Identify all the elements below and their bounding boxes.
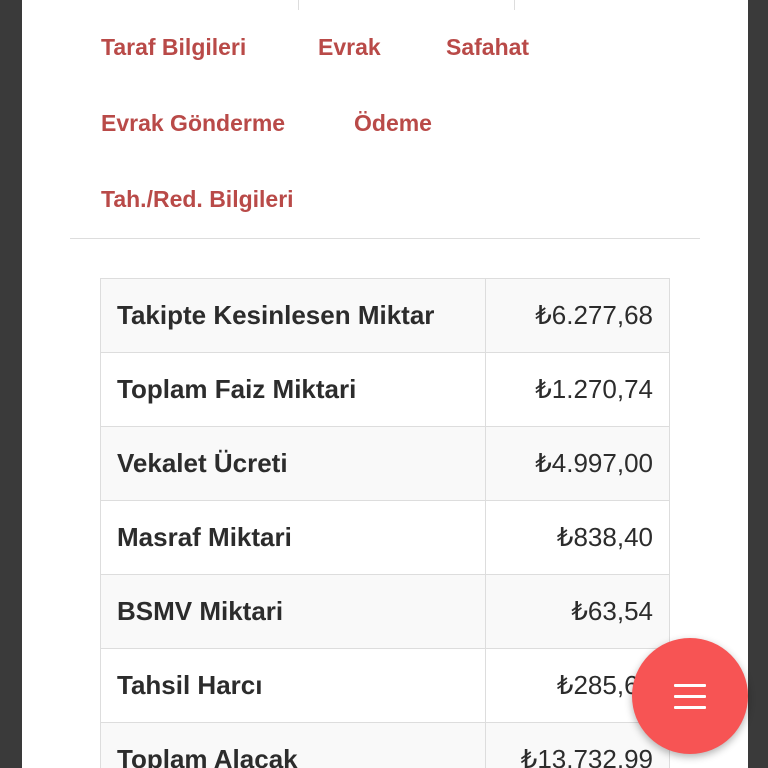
page-card: Taraf Bilgileri Evrak Safahat Evrak Gönd… (22, 0, 748, 768)
row-label: Toplam Alacak (100, 722, 486, 768)
menu-icon-bar (674, 684, 706, 687)
table-row: Takipte Kesinlesen Miktar ₺6.277,68 (100, 278, 670, 353)
tab-evrak-gonderme[interactable]: Evrak Gönderme (101, 109, 285, 137)
row-label: Tahsil Harcı (100, 648, 486, 723)
row-label: Masraf Miktari (100, 500, 486, 575)
row-value: ₺6.277,68 (485, 278, 670, 353)
menu-icon-bar (674, 706, 706, 709)
row-label: Takipte Kesinlesen Miktar (100, 278, 486, 353)
row-label: Toplam Faiz Miktari (100, 352, 486, 427)
tab-taraf-bilgileri[interactable]: Taraf Bilgileri (101, 33, 246, 61)
row-value: ₺1.270,74 (485, 352, 670, 427)
table-row: Toplam Alacak ₺13.732,99 (100, 722, 670, 768)
row-value: ₺838,40 (485, 500, 670, 575)
top-tab-strip (22, 0, 748, 10)
tab-divider (514, 0, 515, 10)
nav-divider (70, 238, 700, 239)
tab-tah-red-bilgileri[interactable]: Tah./Red. Bilgileri (101, 185, 294, 213)
menu-fab-button[interactable] (632, 638, 748, 754)
tab-divider (298, 0, 299, 10)
row-label: BSMV Miktari (100, 574, 486, 649)
table-row: Toplam Faiz Miktari ₺1.270,74 (100, 352, 670, 427)
tab-evrak[interactable]: Evrak (318, 33, 381, 61)
table-row: Vekalet Ücreti ₺4.997,00 (100, 426, 670, 501)
table-row: Tahsil Harcı ₺285,63 (100, 648, 670, 723)
summary-table: Takipte Kesinlesen Miktar ₺6.277,68 Topl… (100, 278, 670, 768)
table-row: BSMV Miktari ₺63,54 (100, 574, 670, 649)
tab-safahat[interactable]: Safahat (446, 33, 529, 61)
row-value: ₺63,54 (485, 574, 670, 649)
tab-odeme[interactable]: Ödeme (354, 109, 432, 137)
row-label: Vekalet Ücreti (100, 426, 486, 501)
menu-icon-bar (674, 695, 706, 698)
row-value: ₺4.997,00 (485, 426, 670, 501)
table-row: Masraf Miktari ₺838,40 (100, 500, 670, 575)
